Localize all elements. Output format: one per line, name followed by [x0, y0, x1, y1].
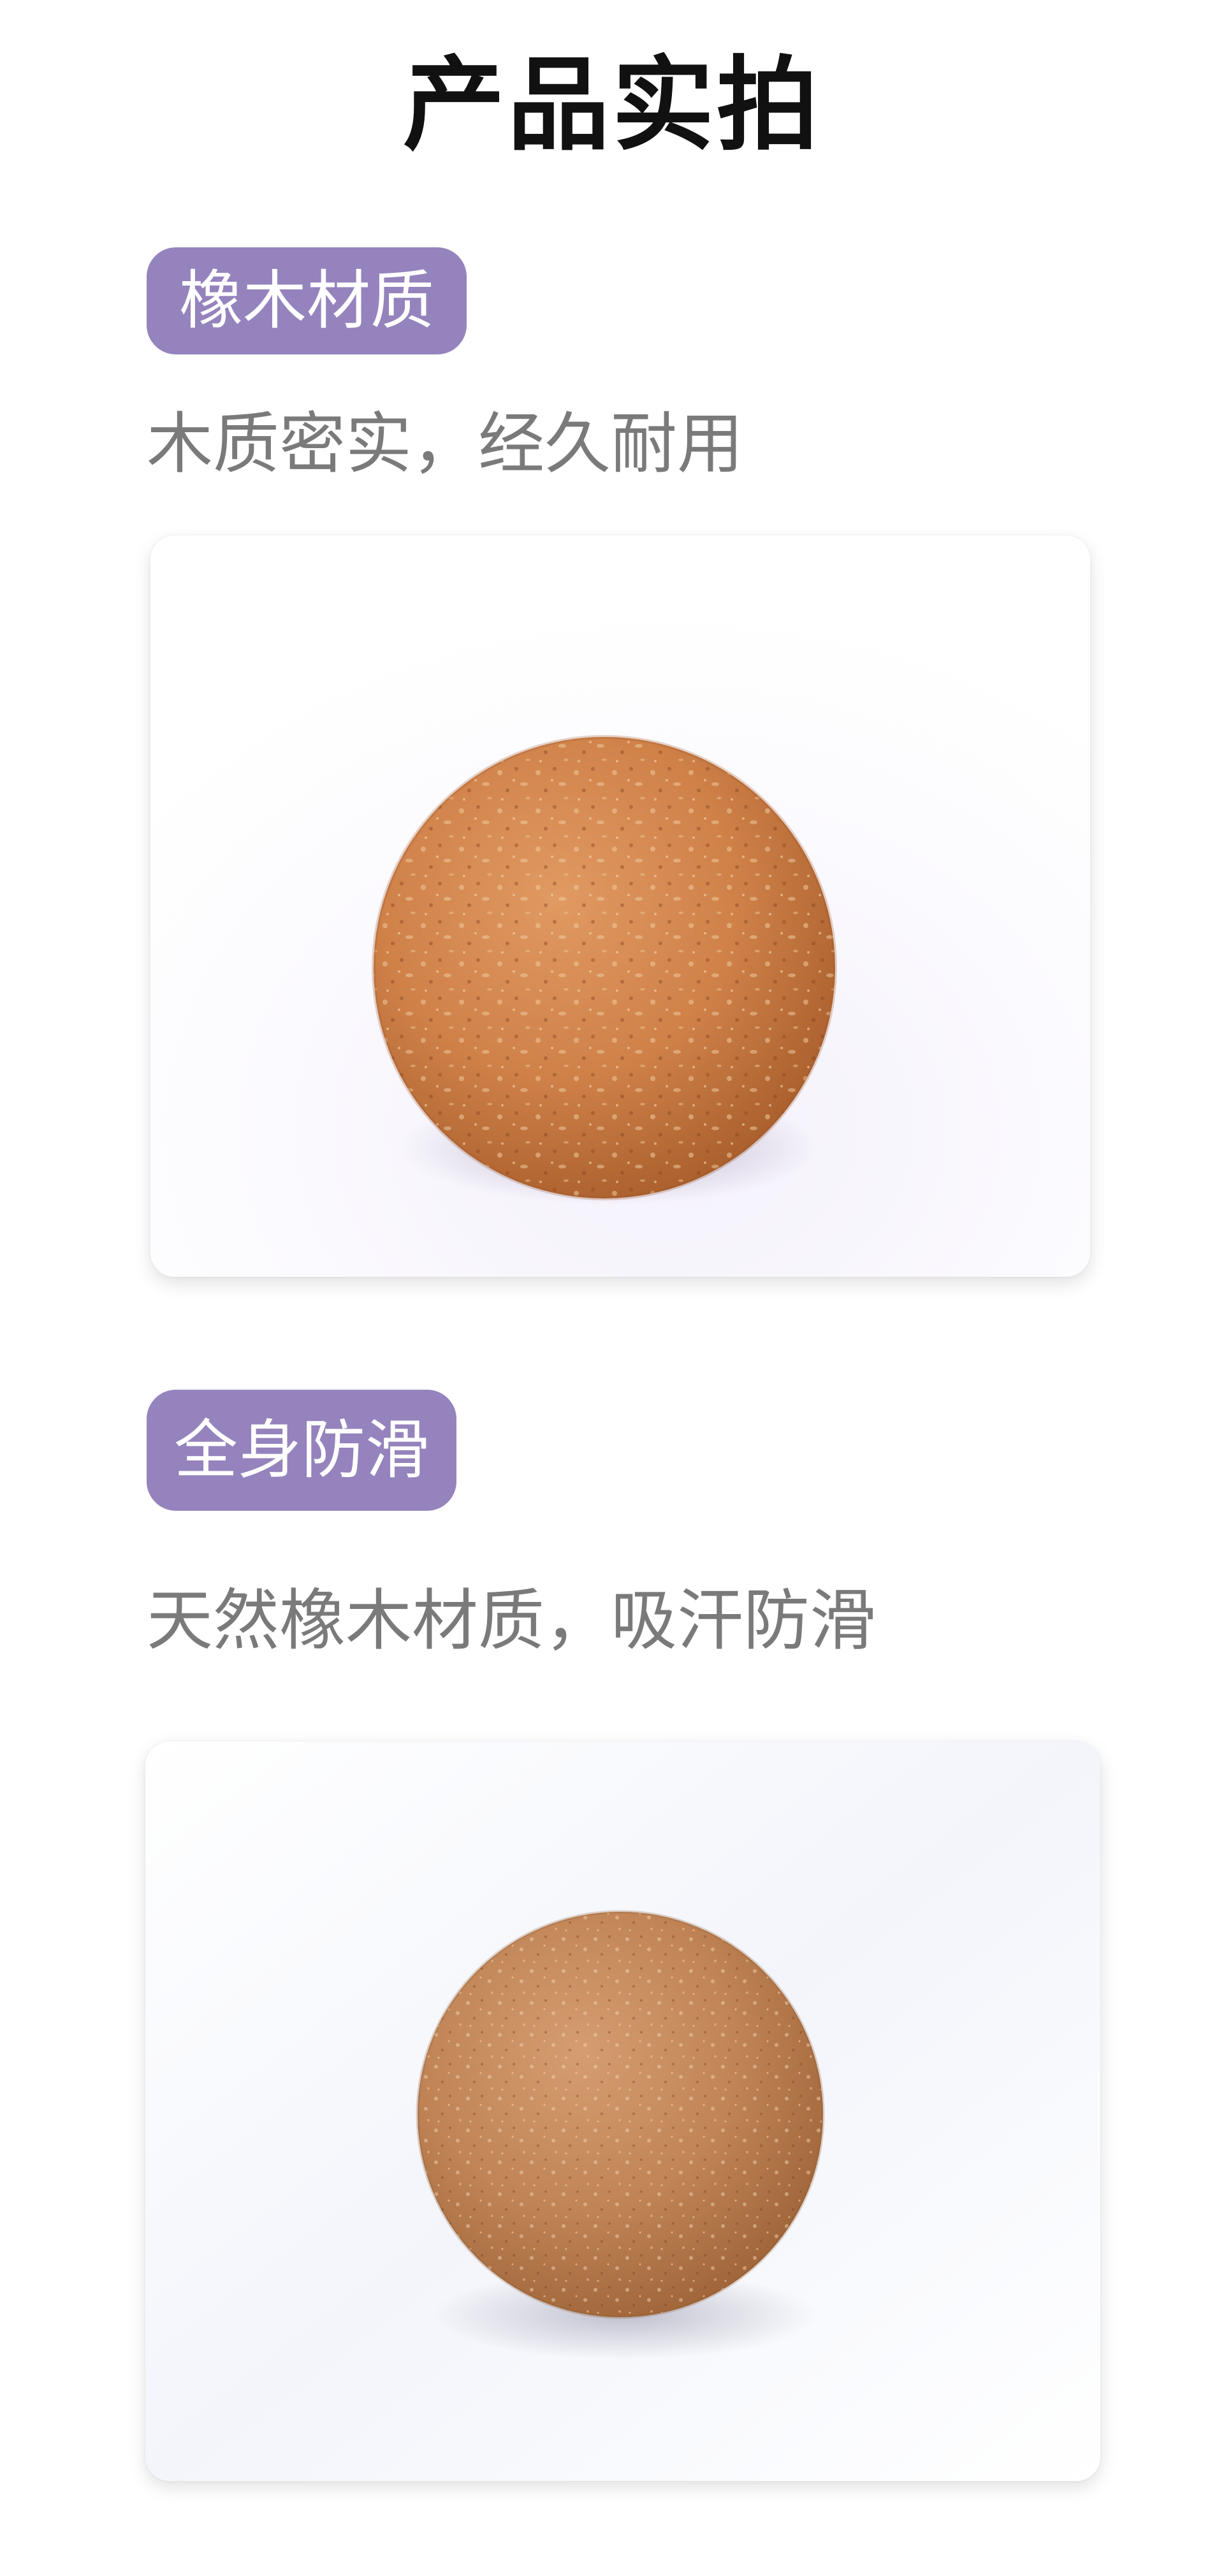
feature-description: 天然橡木材质，吸汗防滑: [147, 1582, 877, 1659]
product-photo-card: [150, 535, 1090, 1277]
page-title: 产品实拍: [402, 45, 821, 164]
feature-tag-oak-material: 橡木材质: [147, 247, 467, 354]
cork-ball-photo: [150, 535, 1090, 1277]
feature-description: 木质密实，经久耐用: [147, 405, 744, 483]
product-photo-card: [145, 1742, 1100, 2481]
feature-tag-anti-slip: 全身防滑: [147, 1390, 456, 1511]
cork-ball-photo: [145, 1742, 1100, 2481]
